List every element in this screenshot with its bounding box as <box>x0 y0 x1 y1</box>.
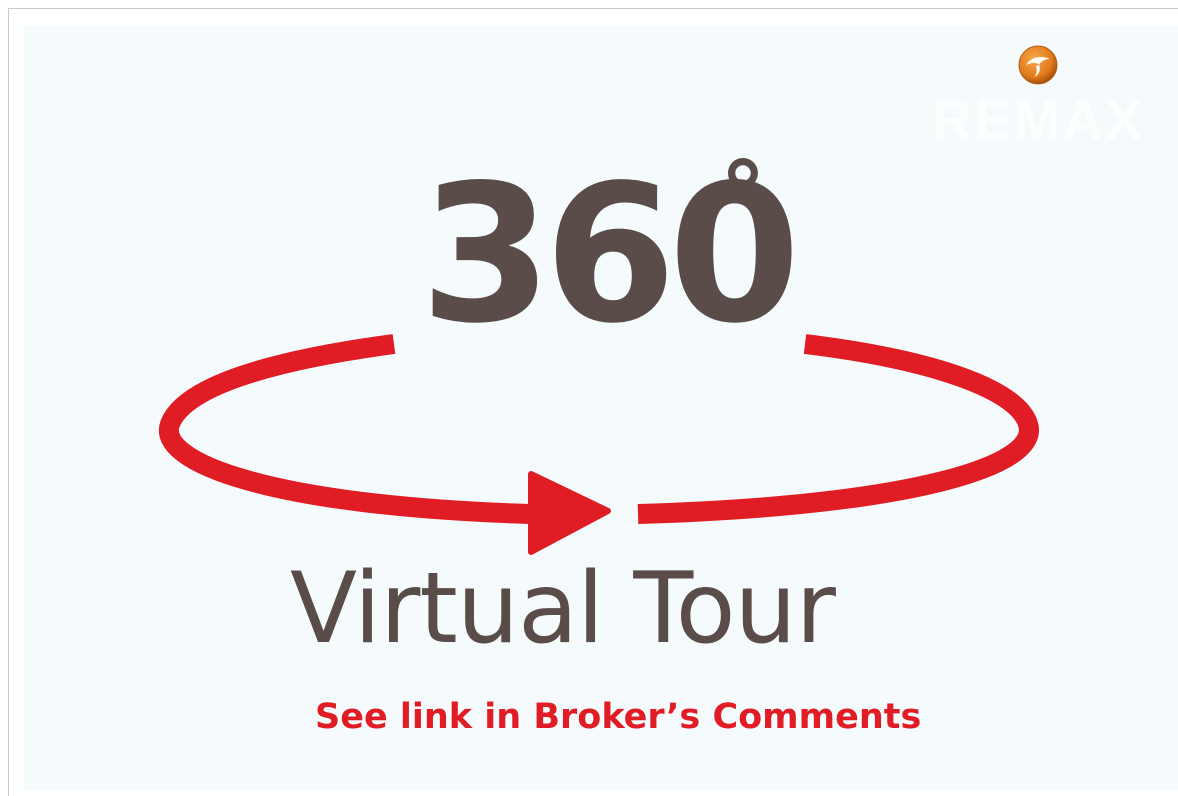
brand-watermark: REMAX <box>932 88 1145 151</box>
orbit-arrowhead <box>528 471 611 555</box>
rotation-arrow-icon <box>158 334 1039 555</box>
headline-360: 360 ° <box>420 150 801 350</box>
swallow-logo-icon <box>1018 45 1058 85</box>
orbit-arc-left <box>158 334 531 524</box>
virtual-tour-title: Virtual Tour <box>290 552 836 666</box>
brokers-comments-link: See link in Broker’s Comments <box>315 697 922 737</box>
orbit-arc-right <box>637 334 1039 524</box>
degree-symbol: ° <box>720 142 766 249</box>
